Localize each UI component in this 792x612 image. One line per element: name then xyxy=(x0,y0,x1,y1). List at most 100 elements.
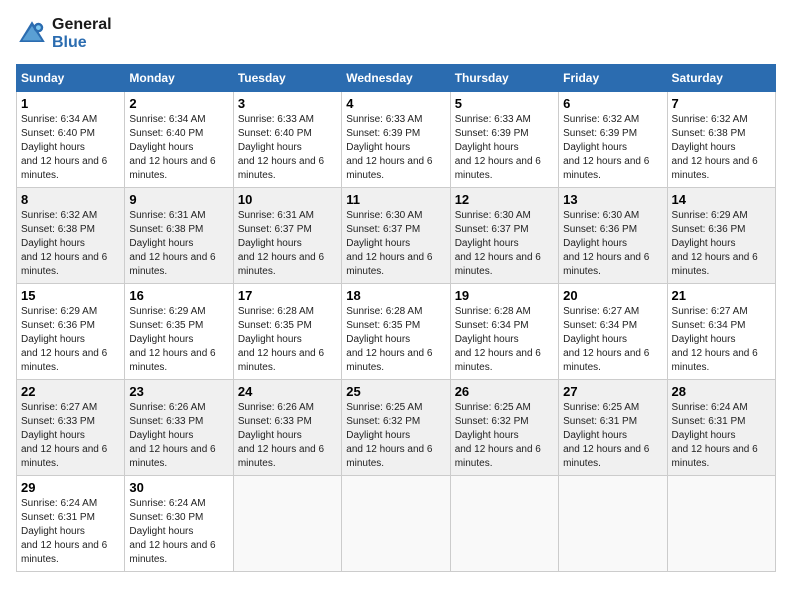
calendar-day-cell: 15 Sunrise: 6:29 AM Sunset: 6:36 PM Dayl… xyxy=(17,284,125,380)
logo: General Blue xyxy=(16,16,112,52)
calendar-body: 1 Sunrise: 6:34 AM Sunset: 6:40 PM Dayli… xyxy=(17,92,776,572)
calendar-day-cell: 29 Sunrise: 6:24 AM Sunset: 6:31 PM Dayl… xyxy=(17,476,125,572)
calendar-day-cell: 14 Sunrise: 6:29 AM Sunset: 6:36 PM Dayl… xyxy=(667,188,775,284)
calendar-day-cell: 28 Sunrise: 6:24 AM Sunset: 6:31 PM Dayl… xyxy=(667,380,775,476)
day-info: Sunrise: 6:32 AM Sunset: 6:38 PM Dayligh… xyxy=(21,209,120,279)
weekday-header-cell: Thursday xyxy=(450,65,558,92)
day-info: Sunrise: 6:28 AM Sunset: 6:35 PM Dayligh… xyxy=(346,305,445,375)
calendar-table: SundayMondayTuesdayWednesdayThursdayFrid… xyxy=(16,64,776,572)
day-info: Sunrise: 6:34 AM Sunset: 6:40 PM Dayligh… xyxy=(129,113,228,183)
day-number: 15 xyxy=(21,288,120,303)
day-number: 26 xyxy=(455,384,554,399)
calendar-day-cell: 20 Sunrise: 6:27 AM Sunset: 6:34 PM Dayl… xyxy=(559,284,667,380)
calendar-day-cell: 30 Sunrise: 6:24 AM Sunset: 6:30 PM Dayl… xyxy=(125,476,233,572)
weekday-header-cell: Wednesday xyxy=(342,65,450,92)
day-info: Sunrise: 6:24 AM Sunset: 6:31 PM Dayligh… xyxy=(672,401,771,471)
day-info: Sunrise: 6:34 AM Sunset: 6:40 PM Dayligh… xyxy=(21,113,120,183)
day-info: Sunrise: 6:32 AM Sunset: 6:39 PM Dayligh… xyxy=(563,113,662,183)
calendar-day-cell: 8 Sunrise: 6:32 AM Sunset: 6:38 PM Dayli… xyxy=(17,188,125,284)
day-info: Sunrise: 6:25 AM Sunset: 6:32 PM Dayligh… xyxy=(455,401,554,471)
calendar-day-cell: 17 Sunrise: 6:28 AM Sunset: 6:35 PM Dayl… xyxy=(233,284,341,380)
weekday-header-cell: Monday xyxy=(125,65,233,92)
day-number: 7 xyxy=(672,96,771,111)
day-number: 1 xyxy=(21,96,120,111)
day-info: Sunrise: 6:24 AM Sunset: 6:30 PM Dayligh… xyxy=(129,497,228,567)
calendar-day-cell: 9 Sunrise: 6:31 AM Sunset: 6:38 PM Dayli… xyxy=(125,188,233,284)
calendar-day-cell: 18 Sunrise: 6:28 AM Sunset: 6:35 PM Dayl… xyxy=(342,284,450,380)
calendar-day-cell: 11 Sunrise: 6:30 AM Sunset: 6:37 PM Dayl… xyxy=(342,188,450,284)
day-number: 22 xyxy=(21,384,120,399)
day-number: 14 xyxy=(672,192,771,207)
day-number: 5 xyxy=(455,96,554,111)
day-number: 24 xyxy=(238,384,337,399)
day-number: 8 xyxy=(21,192,120,207)
day-number: 10 xyxy=(238,192,337,207)
calendar-week-row: 1 Sunrise: 6:34 AM Sunset: 6:40 PM Dayli… xyxy=(17,92,776,188)
logo-text: General Blue xyxy=(52,16,112,52)
day-info: Sunrise: 6:24 AM Sunset: 6:31 PM Dayligh… xyxy=(21,497,120,567)
calendar-day-cell: 10 Sunrise: 6:31 AM Sunset: 6:37 PM Dayl… xyxy=(233,188,341,284)
day-number: 30 xyxy=(129,480,228,495)
day-number: 13 xyxy=(563,192,662,207)
day-info: Sunrise: 6:33 AM Sunset: 6:39 PM Dayligh… xyxy=(346,113,445,183)
weekday-header-cell: Tuesday xyxy=(233,65,341,92)
day-info: Sunrise: 6:28 AM Sunset: 6:35 PM Dayligh… xyxy=(238,305,337,375)
weekday-header-row: SundayMondayTuesdayWednesdayThursdayFrid… xyxy=(17,65,776,92)
calendar-day-cell: 7 Sunrise: 6:32 AM Sunset: 6:38 PM Dayli… xyxy=(667,92,775,188)
day-info: Sunrise: 6:31 AM Sunset: 6:38 PM Dayligh… xyxy=(129,209,228,279)
calendar-day-cell: 19 Sunrise: 6:28 AM Sunset: 6:34 PM Dayl… xyxy=(450,284,558,380)
calendar-day-cell: 24 Sunrise: 6:26 AM Sunset: 6:33 PM Dayl… xyxy=(233,380,341,476)
day-number: 23 xyxy=(129,384,228,399)
calendar-day-cell: 1 Sunrise: 6:34 AM Sunset: 6:40 PM Dayli… xyxy=(17,92,125,188)
calendar-day-cell xyxy=(559,476,667,572)
day-number: 29 xyxy=(21,480,120,495)
day-info: Sunrise: 6:26 AM Sunset: 6:33 PM Dayligh… xyxy=(238,401,337,471)
day-info: Sunrise: 6:31 AM Sunset: 6:37 PM Dayligh… xyxy=(238,209,337,279)
day-number: 2 xyxy=(129,96,228,111)
calendar-week-row: 29 Sunrise: 6:24 AM Sunset: 6:31 PM Dayl… xyxy=(17,476,776,572)
day-info: Sunrise: 6:27 AM Sunset: 6:33 PM Dayligh… xyxy=(21,401,120,471)
day-number: 18 xyxy=(346,288,445,303)
day-info: Sunrise: 6:28 AM Sunset: 6:34 PM Dayligh… xyxy=(455,305,554,375)
calendar-day-cell: 21 Sunrise: 6:27 AM Sunset: 6:34 PM Dayl… xyxy=(667,284,775,380)
calendar-day-cell: 2 Sunrise: 6:34 AM Sunset: 6:40 PM Dayli… xyxy=(125,92,233,188)
calendar-day-cell: 16 Sunrise: 6:29 AM Sunset: 6:35 PM Dayl… xyxy=(125,284,233,380)
calendar-day-cell xyxy=(450,476,558,572)
day-info: Sunrise: 6:25 AM Sunset: 6:32 PM Dayligh… xyxy=(346,401,445,471)
day-info: Sunrise: 6:29 AM Sunset: 6:36 PM Dayligh… xyxy=(21,305,120,375)
day-info: Sunrise: 6:32 AM Sunset: 6:38 PM Dayligh… xyxy=(672,113,771,183)
day-info: Sunrise: 6:30 AM Sunset: 6:37 PM Dayligh… xyxy=(455,209,554,279)
calendar-day-cell: 27 Sunrise: 6:25 AM Sunset: 6:31 PM Dayl… xyxy=(559,380,667,476)
page-header: General Blue xyxy=(16,16,776,52)
calendar-day-cell: 4 Sunrise: 6:33 AM Sunset: 6:39 PM Dayli… xyxy=(342,92,450,188)
calendar-day-cell xyxy=(342,476,450,572)
day-info: Sunrise: 6:30 AM Sunset: 6:37 PM Dayligh… xyxy=(346,209,445,279)
weekday-header-cell: Sunday xyxy=(17,65,125,92)
day-number: 25 xyxy=(346,384,445,399)
day-info: Sunrise: 6:33 AM Sunset: 6:39 PM Dayligh… xyxy=(455,113,554,183)
calendar-day-cell: 25 Sunrise: 6:25 AM Sunset: 6:32 PM Dayl… xyxy=(342,380,450,476)
day-info: Sunrise: 6:25 AM Sunset: 6:31 PM Dayligh… xyxy=(563,401,662,471)
calendar-week-row: 8 Sunrise: 6:32 AM Sunset: 6:38 PM Dayli… xyxy=(17,188,776,284)
day-number: 17 xyxy=(238,288,337,303)
day-info: Sunrise: 6:33 AM Sunset: 6:40 PM Dayligh… xyxy=(238,113,337,183)
day-number: 27 xyxy=(563,384,662,399)
calendar-day-cell xyxy=(233,476,341,572)
calendar-week-row: 22 Sunrise: 6:27 AM Sunset: 6:33 PM Dayl… xyxy=(17,380,776,476)
day-number: 9 xyxy=(129,192,228,207)
logo-icon xyxy=(16,18,48,50)
day-info: Sunrise: 6:29 AM Sunset: 6:35 PM Dayligh… xyxy=(129,305,228,375)
day-info: Sunrise: 6:27 AM Sunset: 6:34 PM Dayligh… xyxy=(563,305,662,375)
day-number: 6 xyxy=(563,96,662,111)
day-info: Sunrise: 6:30 AM Sunset: 6:36 PM Dayligh… xyxy=(563,209,662,279)
day-info: Sunrise: 6:29 AM Sunset: 6:36 PM Dayligh… xyxy=(672,209,771,279)
day-number: 11 xyxy=(346,192,445,207)
day-info: Sunrise: 6:26 AM Sunset: 6:33 PM Dayligh… xyxy=(129,401,228,471)
calendar-day-cell: 12 Sunrise: 6:30 AM Sunset: 6:37 PM Dayl… xyxy=(450,188,558,284)
day-number: 16 xyxy=(129,288,228,303)
weekday-header-cell: Friday xyxy=(559,65,667,92)
calendar-day-cell: 26 Sunrise: 6:25 AM Sunset: 6:32 PM Dayl… xyxy=(450,380,558,476)
weekday-header-cell: Saturday xyxy=(667,65,775,92)
day-number: 3 xyxy=(238,96,337,111)
calendar-day-cell: 22 Sunrise: 6:27 AM Sunset: 6:33 PM Dayl… xyxy=(17,380,125,476)
